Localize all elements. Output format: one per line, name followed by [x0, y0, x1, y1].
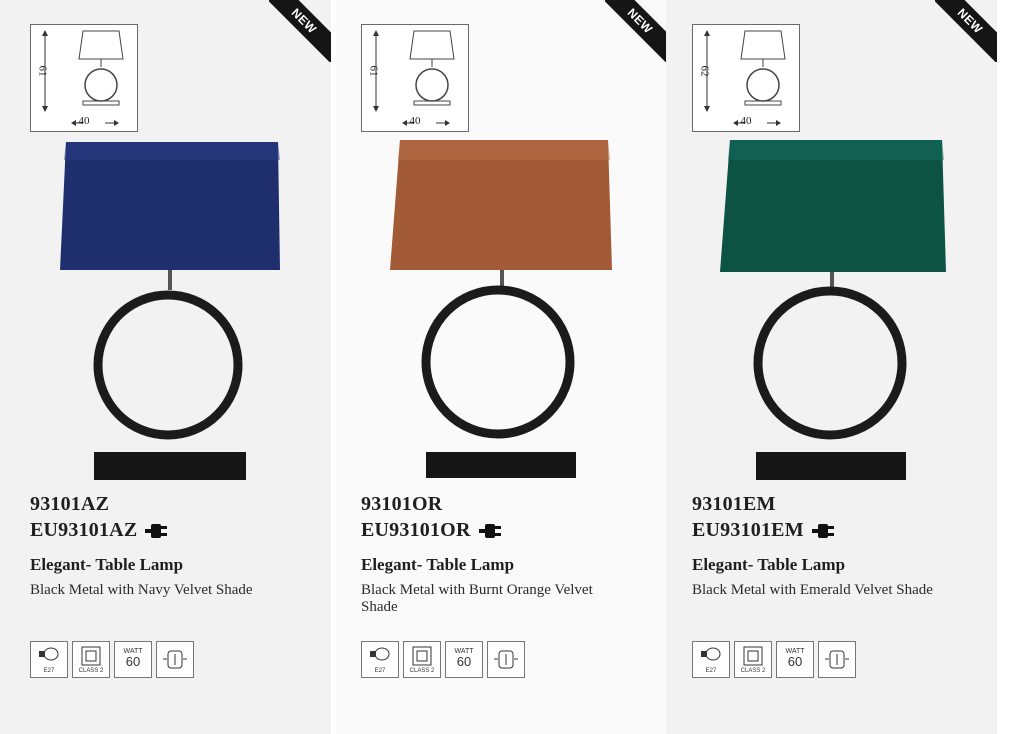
new-badge-label: NEW	[624, 5, 656, 37]
height-dimension: 61	[36, 65, 49, 77]
plug-icon	[145, 523, 168, 538]
class-label: CLASS 2	[78, 668, 104, 674]
class2-icon	[412, 646, 432, 666]
class-spec: CLASS 2	[403, 641, 441, 678]
product-card: NEW 61 40 93101OR EU93101OR Elegant- Tab…	[336, 0, 667, 734]
eu-product-code: EU93101EM	[692, 519, 834, 542]
switch-icon	[163, 650, 187, 669]
watt-value: 60	[125, 654, 141, 669]
switch-spec	[818, 641, 856, 678]
spec-icons: E27 CLASS 2 WATT 60	[692, 641, 856, 678]
bulb-spec: E27	[361, 641, 399, 678]
width-dimension: 40	[78, 115, 90, 127]
height-dimension: 62	[698, 65, 711, 77]
product-description: Black Metal with Navy Velvet Shade	[30, 582, 253, 598]
bulb-label: E27	[43, 668, 55, 674]
dimension-diagram: 61 40	[30, 24, 138, 132]
new-badge-label: NEW	[288, 5, 320, 37]
width-dimension: 40	[740, 115, 752, 127]
class-spec: CLASS 2	[734, 641, 772, 678]
lamp-image	[720, 140, 946, 480]
eu-product-code: EU93101AZ	[30, 519, 168, 542]
class2-icon	[81, 646, 101, 666]
watt-spec: WATT 60	[776, 641, 814, 678]
eu-code-label: EU93101EM	[692, 519, 804, 541]
watt-value: 60	[787, 654, 803, 669]
watt-spec: WATT 60	[114, 641, 152, 678]
product-code: 93101EM	[692, 493, 776, 515]
width-dimension: 40	[409, 115, 421, 127]
bulb-spec: E27	[30, 641, 68, 678]
bulb-label: E27	[705, 668, 717, 674]
switch-icon	[494, 650, 518, 669]
product-card: NEW 61 40 93101AZ EU93101AZ Elegant- Tab…	[0, 0, 331, 734]
switch-spec	[487, 641, 525, 678]
class-spec: CLASS 2	[72, 641, 110, 678]
switch-icon	[825, 650, 849, 669]
plug-icon	[478, 523, 501, 538]
new-badge: NEW	[935, 0, 997, 62]
height-dimension: 61	[367, 65, 380, 77]
lamp-image	[60, 142, 280, 480]
switch-spec	[156, 641, 194, 678]
product-name: Elegant- Table Lamp	[692, 555, 846, 574]
product-code: 93101AZ	[30, 493, 110, 515]
product-code: 93101OR	[361, 493, 443, 515]
eu-code-label: EU93101OR	[361, 519, 471, 541]
spec-icons: E27 CLASS 2 WATT 60	[361, 641, 525, 678]
bulb-icon	[370, 647, 390, 661]
class2-icon	[743, 646, 763, 666]
dimension-diagram: 61 40	[361, 24, 469, 132]
product-name: Elegant- Table Lamp	[361, 555, 515, 574]
watt-spec: WATT 60	[445, 641, 483, 678]
product-name: Elegant- Table Lamp	[30, 555, 184, 574]
new-badge: NEW	[269, 0, 331, 62]
eu-product-code: EU93101OR	[361, 519, 501, 542]
new-badge: NEW	[605, 0, 667, 62]
plug-icon	[811, 523, 834, 538]
product-description: Black Metal with Burnt Orange Velvet Sha…	[361, 582, 593, 615]
eu-code-label: EU93101AZ	[30, 519, 138, 541]
bulb-icon	[701, 647, 721, 661]
dimension-diagram: 62 40	[692, 24, 800, 132]
spec-icons: E27 CLASS 2 WATT 60	[30, 641, 194, 678]
class-label: CLASS 2	[409, 668, 435, 674]
bulb-icon	[39, 647, 59, 661]
product-description: Black Metal with Emerald Velvet Shade	[692, 582, 933, 598]
new-badge-label: NEW	[954, 5, 986, 37]
class-label: CLASS 2	[740, 668, 766, 674]
bulb-label: E27	[374, 668, 386, 674]
bulb-spec: E27	[692, 641, 730, 678]
lamp-image	[390, 140, 612, 478]
watt-value: 60	[456, 654, 472, 669]
product-card: NEW 62 40 93101EM EU93101EM Elegant- Tab…	[666, 0, 997, 734]
